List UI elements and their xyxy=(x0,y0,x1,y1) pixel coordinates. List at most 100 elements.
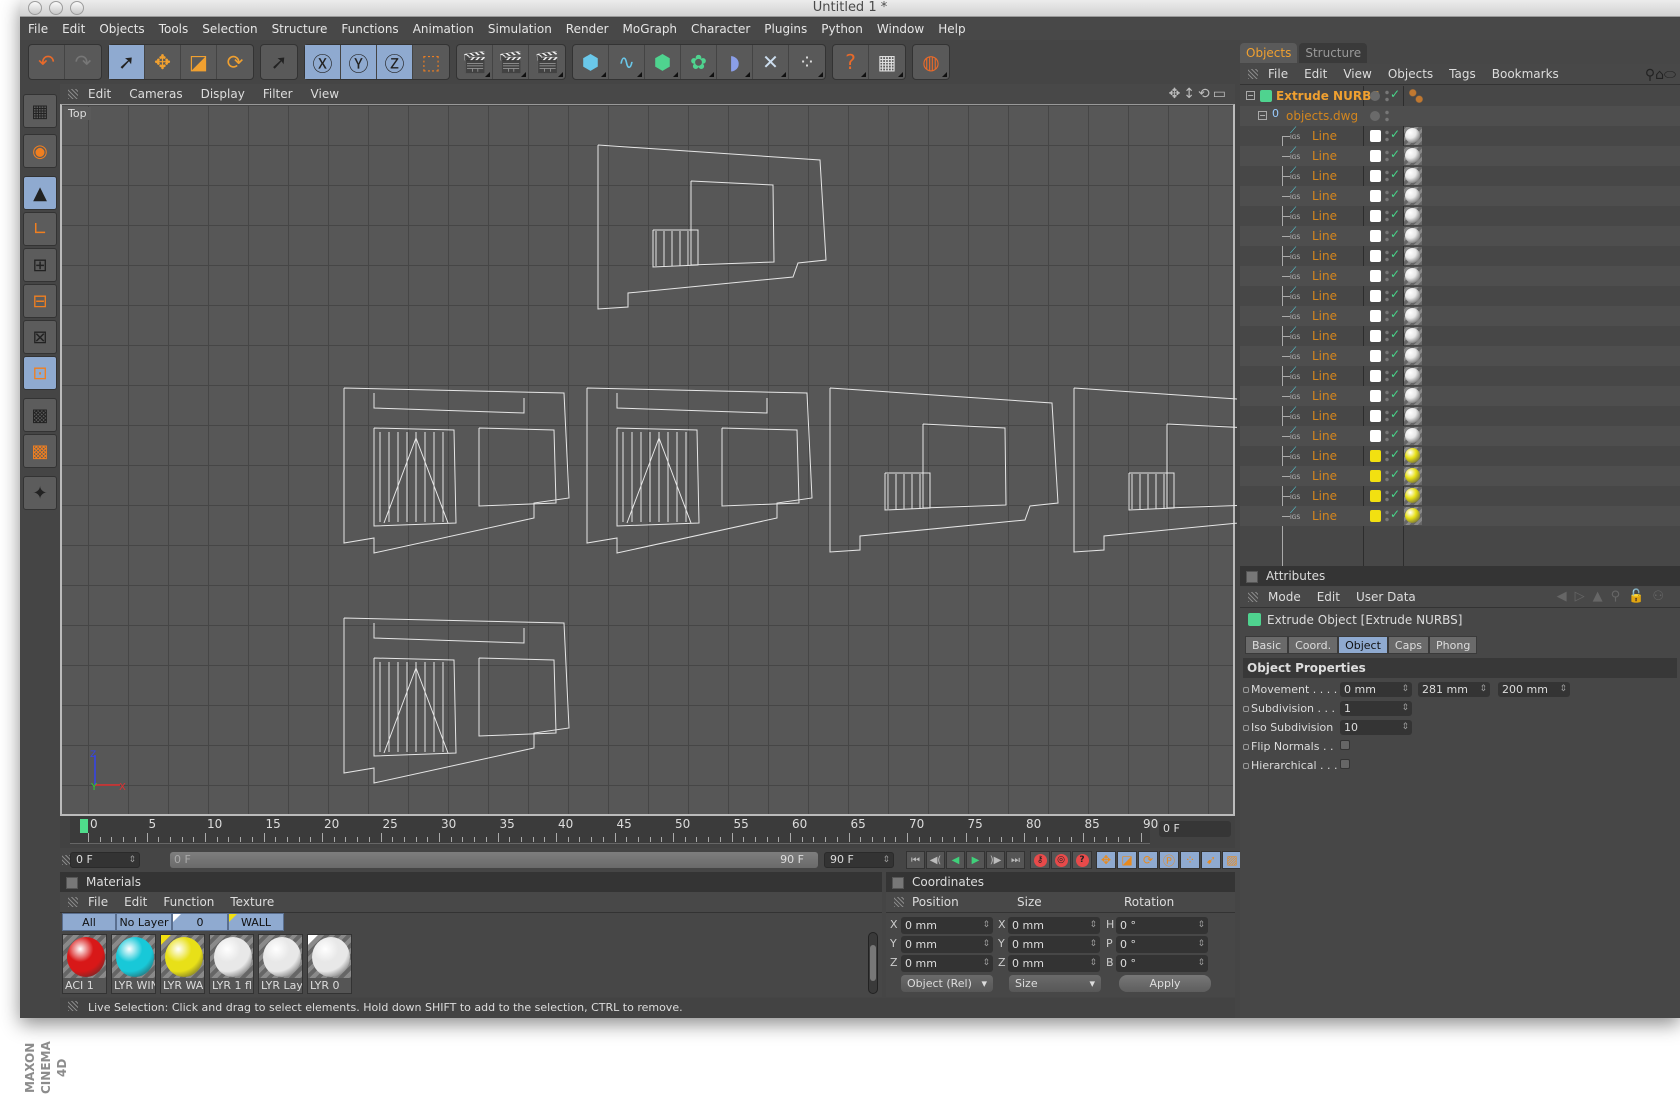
scale-button[interactable]: ◪ xyxy=(181,45,217,79)
enabled-check-icon[interactable]: ✓ xyxy=(1390,367,1400,381)
enabled-check-icon[interactable]: ✓ xyxy=(1390,427,1400,441)
menu-animation[interactable]: Animation xyxy=(413,22,474,36)
x-axis-button[interactable]: Ⓧ xyxy=(305,45,341,79)
render-visibility-dots[interactable] xyxy=(1385,129,1389,143)
frame-range-slider[interactable]: 0 F 90 F xyxy=(170,852,818,868)
material-tag-icon[interactable] xyxy=(1404,427,1422,445)
attributes-menu-edit[interactable]: Edit xyxy=(1317,590,1340,604)
make-editable-button[interactable]: ◉ xyxy=(23,134,57,168)
grip-icon[interactable] xyxy=(1248,592,1258,602)
rotate-button[interactable]: ⟳ xyxy=(217,45,253,79)
enabled-check-icon[interactable]: ✓ xyxy=(1390,227,1400,241)
object-name-line[interactable]: Line xyxy=(1312,366,1337,386)
material-tag-icon[interactable] xyxy=(1404,467,1422,485)
enabled-check-icon[interactable]: ✓ xyxy=(1390,207,1400,221)
enabled-check-icon[interactable]: ✓ xyxy=(1390,487,1400,501)
attributes-menu-user-data[interactable]: User Data xyxy=(1356,590,1416,604)
polygons-mode-button[interactable]: ⊠ xyxy=(23,320,57,354)
keyframe-selection-button[interactable]: ? xyxy=(1072,851,1092,869)
material-swatch[interactable]: LYR Lay xyxy=(258,934,303,994)
object-row[interactable]: ⟋ IGS Line ✓ xyxy=(1240,186,1680,206)
size-z-field[interactable]: 0 mm xyxy=(1008,955,1100,972)
object-name-line[interactable]: Line xyxy=(1312,166,1337,186)
material-tag-icon[interactable] xyxy=(1404,447,1422,465)
sculpt-button[interactable]: ✦ xyxy=(23,476,57,510)
movement-z-field[interactable]: 200 mm xyxy=(1498,682,1570,697)
enabled-check-icon[interactable]: ✓ xyxy=(1390,347,1400,361)
menu-render[interactable]: Render xyxy=(566,22,609,36)
material-tag-icon[interactable] xyxy=(1404,267,1422,285)
attributes-menu-mode[interactable]: Mode xyxy=(1268,590,1301,604)
materials-scrollbar[interactable] xyxy=(868,932,878,994)
model-mode-button[interactable]: ▲ xyxy=(23,176,57,210)
coordinate-mode-select[interactable]: Object (Rel) xyxy=(901,975,993,992)
layer-color-swatch[interactable] xyxy=(1370,270,1381,282)
enabled-check-icon[interactable]: ✓ xyxy=(1390,187,1400,201)
rotation-p-field[interactable]: 0 ° xyxy=(1116,936,1208,953)
points-mode-button[interactable]: ⊞ xyxy=(23,248,57,282)
deformer-button[interactable]: ◗ xyxy=(717,45,753,79)
grip-icon[interactable] xyxy=(1248,69,1258,79)
layer-color-swatch[interactable] xyxy=(1370,370,1381,382)
object-row[interactable]: ⟋ IGS Line ✓ xyxy=(1240,506,1680,526)
object-name-line[interactable]: Line xyxy=(1312,126,1337,146)
tab-structure[interactable]: Structure xyxy=(1299,43,1368,63)
render-visibility-dots[interactable] xyxy=(1385,429,1389,443)
object-row[interactable]: ⟋ IGS Line ✓ xyxy=(1240,426,1680,446)
render-visibility-dots[interactable] xyxy=(1385,89,1389,103)
render-visibility-dots[interactable] xyxy=(1385,449,1389,463)
enabled-check-icon[interactable]: ✓ xyxy=(1390,407,1400,421)
extrude-tag-icon[interactable] xyxy=(1408,88,1424,104)
start-frame-field[interactable]: 0 F xyxy=(70,852,140,868)
object-row[interactable]: ⟋ IGS Line ✓ xyxy=(1240,286,1680,306)
object-row[interactable]: ⟋ IGS Line ✓ xyxy=(1240,266,1680,286)
objects-menu-view[interactable]: View xyxy=(1343,67,1371,81)
enabled-check-icon[interactable]: ✓ xyxy=(1390,287,1400,301)
collapse-toggle[interactable]: − xyxy=(1246,91,1255,100)
live-selection-button[interactable]: ➚ xyxy=(109,45,145,79)
object-name-line[interactable]: Line xyxy=(1312,326,1337,346)
enabled-check-icon[interactable]: ✓ xyxy=(1390,167,1400,181)
object-row[interactable]: objects.dwg −0 xyxy=(1240,106,1680,126)
render-settings-button[interactable]: 🎬 xyxy=(529,45,565,79)
material-tag-icon[interactable] xyxy=(1404,487,1422,505)
enabled-check-icon[interactable]: ✓ xyxy=(1390,267,1400,281)
texture-axis-button[interactable]: ▩ xyxy=(23,434,57,468)
object-name-line[interactable]: Line xyxy=(1312,266,1337,286)
object-row[interactable]: ⟋ IGS Line ✓ xyxy=(1240,346,1680,366)
render-visibility-dots[interactable] xyxy=(1385,489,1389,503)
render-visibility-dots[interactable] xyxy=(1385,369,1389,383)
material-tag-icon[interactable] xyxy=(1404,367,1422,385)
grip-icon[interactable] xyxy=(894,897,904,907)
key-scheme-button[interactable]: ➹ xyxy=(1201,851,1221,869)
key-parameter-button[interactable]: Ⓟ xyxy=(1159,851,1179,869)
material-tag-icon[interactable] xyxy=(1404,207,1422,225)
menu-character[interactable]: Character xyxy=(691,22,750,36)
content-browser-button[interactable]: ▦ xyxy=(869,45,905,79)
object-axis-button[interactable]: ∟ xyxy=(23,212,57,246)
render-visibility-dots[interactable] xyxy=(1385,249,1389,263)
layer-filter-no-layer[interactable]: No Layer xyxy=(116,913,172,931)
render-visibility-dots[interactable] xyxy=(1385,509,1389,523)
object-name-line[interactable]: Line xyxy=(1312,246,1337,266)
nurbs-button[interactable]: ⬢ xyxy=(645,45,681,79)
menu-file[interactable]: File xyxy=(28,22,48,36)
viewport-top[interactable]: Top Z Y X xyxy=(60,104,1237,816)
help-button[interactable]: ? xyxy=(833,45,869,79)
enabled-check-icon[interactable]: ✓ xyxy=(1390,147,1400,161)
attr-tab-caps[interactable]: Caps xyxy=(1387,636,1430,654)
viewport-menu-edit[interactable]: Edit xyxy=(88,87,111,101)
material-tag-icon[interactable] xyxy=(1404,247,1422,265)
menu-plugins[interactable]: Plugins xyxy=(764,22,807,36)
grip-icon[interactable] xyxy=(68,89,78,99)
key-position-button[interactable]: ✥ xyxy=(1096,851,1116,869)
layer-color-swatch[interactable] xyxy=(1370,290,1381,302)
z-axis-button[interactable]: Ⓩ xyxy=(377,45,413,79)
objects-menu-objects[interactable]: Objects xyxy=(1388,67,1433,81)
material-tag-icon[interactable] xyxy=(1404,327,1422,345)
object-row[interactable]: ⟋ IGS Line ✓ xyxy=(1240,126,1680,146)
object-row[interactable]: ⟋ IGS Line ✓ xyxy=(1240,206,1680,226)
object-name-line[interactable]: Line xyxy=(1312,446,1337,466)
object-name-line[interactable]: Line xyxy=(1312,226,1337,246)
minimize-window-button[interactable] xyxy=(49,1,63,15)
